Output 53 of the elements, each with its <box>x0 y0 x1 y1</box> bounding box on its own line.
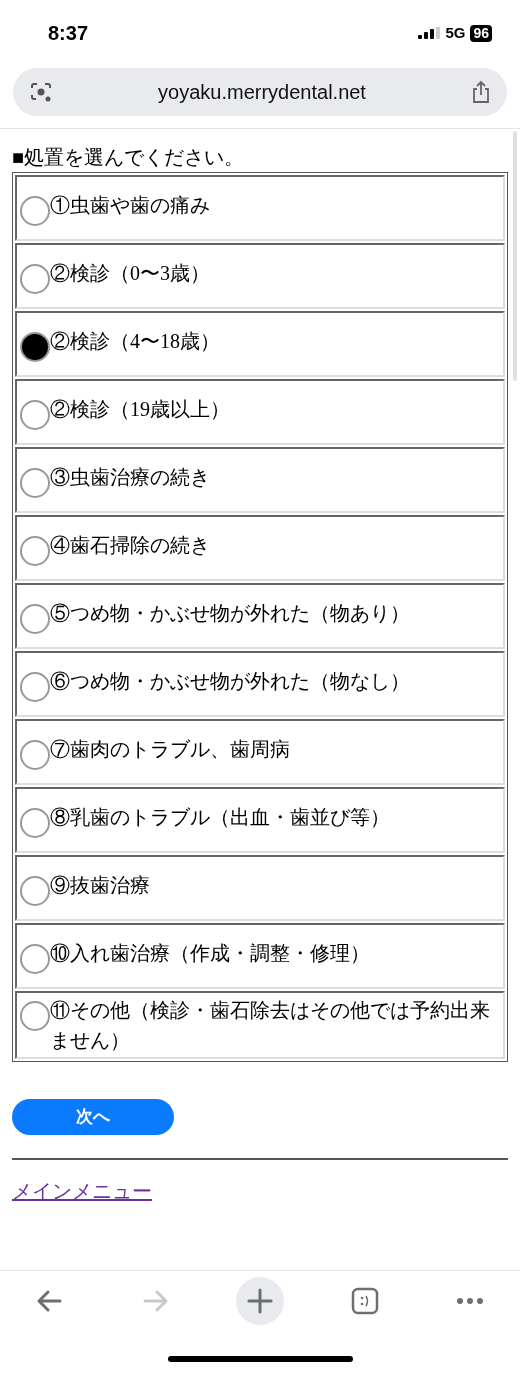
option-label: ②検診（0〜3歳） <box>50 261 210 286</box>
option-label: ①虫歯や歯の痛み <box>50 193 210 218</box>
option-label: ⑧乳歯のトラブル（出血・歯並び等） <box>50 805 390 830</box>
option-cell[interactable]: ⑥つめ物・かぶせ物が外れた（物なし） <box>15 651 505 717</box>
radio-button[interactable] <box>20 672 50 702</box>
plus-icon[interactable] <box>246 1286 274 1315</box>
battery-icon: 96 <box>470 24 492 42</box>
option-label: ⑪その他（検診・歯石除去はその他では予約出来ません） <box>50 998 491 1053</box>
new-tab-button[interactable] <box>236 1276 284 1325</box>
address-bar[interactable]: yoyaku.merrydental.net <box>13 68 507 116</box>
radio-button[interactable] <box>20 808 50 838</box>
option-label: ⑥つめ物・かぶせ物が外れた（物なし） <box>50 669 410 694</box>
option-cell[interactable]: ④歯石掃除の続き <box>15 515 505 581</box>
option-label: ⑦歯肉のトラブル、歯周病 <box>50 737 290 762</box>
option-label: ②検診（4〜18歳） <box>50 329 220 354</box>
radio-button[interactable] <box>20 400 50 430</box>
tabs-icon[interactable] <box>351 1286 379 1315</box>
radio-button[interactable] <box>20 264 50 294</box>
option-cell[interactable]: ⑧乳歯のトラブル（出血・歯並び等） <box>15 787 505 853</box>
radio-button[interactable] <box>20 196 50 226</box>
option-cell[interactable]: ⑤つめ物・かぶせ物が外れた（物あり） <box>15 583 505 649</box>
option-label: ⑩入れ歯治療（作成・調整・修理） <box>50 941 370 966</box>
option-cell[interactable]: ②検診（0〜3歳） <box>15 243 505 309</box>
radio-button[interactable] <box>20 332 50 362</box>
url-text: yoyaku.merrydental.net <box>158 80 366 105</box>
heading: ■処置を選んでください。 <box>12 145 246 169</box>
next-button[interactable]: 次へ <box>12 1099 174 1135</box>
main-menu-link[interactable]: メインメニュー <box>12 1180 152 1202</box>
camera-search-icon[interactable] <box>29 81 53 103</box>
option-label: ③虫歯治療の続き <box>50 465 210 490</box>
radio-button[interactable] <box>20 740 50 770</box>
option-cell[interactable]: ③虫歯治療の続き <box>15 447 505 513</box>
option-cell[interactable]: ①虫歯や歯の痛み <box>15 175 505 241</box>
option-cell[interactable]: ②検診（4〜18歳） <box>15 311 505 377</box>
clock: 8:37 <box>48 21 89 46</box>
option-cell[interactable]: ⑦歯肉のトラブル、歯周病 <box>15 719 505 785</box>
option-label: ⑨抜歯治療 <box>50 873 150 898</box>
option-cell[interactable]: ⑩入れ歯治療（作成・調整・修理） <box>15 923 505 989</box>
option-cell[interactable]: ⑨抜歯治療 <box>15 855 505 921</box>
option-cell[interactable]: ⑪その他（検診・歯石除去はその他では予約出来ません） <box>15 991 505 1059</box>
share-icon[interactable] <box>471 80 491 104</box>
radio-button[interactable] <box>20 468 50 498</box>
radio-button[interactable] <box>20 536 50 566</box>
option-cell[interactable]: ②検診（19歳以上） <box>15 379 505 445</box>
radio-button[interactable] <box>20 876 50 906</box>
radio-button[interactable] <box>20 944 50 974</box>
radio-button[interactable] <box>20 1001 50 1031</box>
option-label: ②検診（19歳以上） <box>50 397 230 422</box>
signal-icon <box>418 27 441 39</box>
radio-button[interactable] <box>20 604 50 634</box>
option-label: ⑤つめ物・かぶせ物が外れた（物あり） <box>50 601 410 626</box>
option-label: ④歯石掃除の続き <box>50 533 210 558</box>
network-label: 5G <box>445 22 466 43</box>
